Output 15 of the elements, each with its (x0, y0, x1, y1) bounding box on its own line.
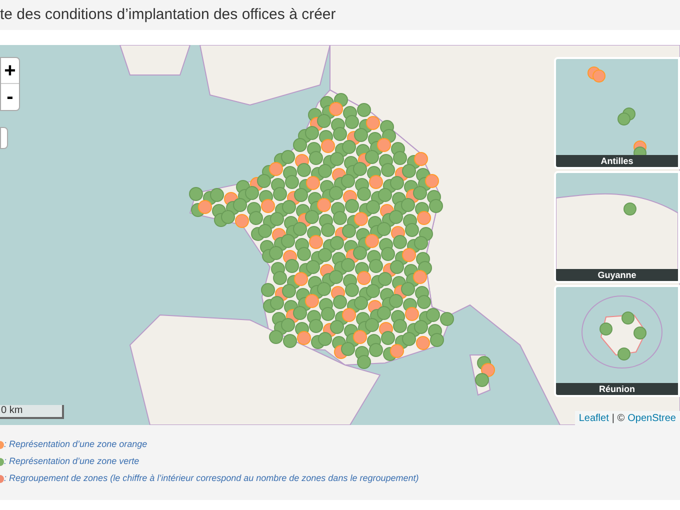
inset-label: Antilles (556, 155, 678, 167)
layers-button[interactable] (0, 127, 8, 149)
zoom-in-button[interactable]: + (1, 58, 19, 84)
legend-text: : Regroupement de zones (le chiffre à l’intérieur correspond au nombre de zones dans le regroupement) (4, 472, 419, 486)
inset-label: Réunion (556, 383, 678, 395)
leaflet-link[interactable]: Leaflet (578, 410, 609, 425)
inset-label: Guyanne (556, 269, 678, 281)
osm-link[interactable]: OpenStree (628, 410, 676, 425)
legend-text: : Représentation d’une zone verte (4, 455, 140, 468)
page-title: te des conditions d’implantation des offices à créer (0, 4, 336, 25)
legend-text: : Représentation d’une zone orange (4, 438, 148, 452)
scale-bar: 0 km (0, 405, 64, 419)
landmass (119, 45, 191, 76)
zoom-out-button[interactable]: - (1, 84, 19, 110)
attribution-text: | © (612, 412, 625, 425)
